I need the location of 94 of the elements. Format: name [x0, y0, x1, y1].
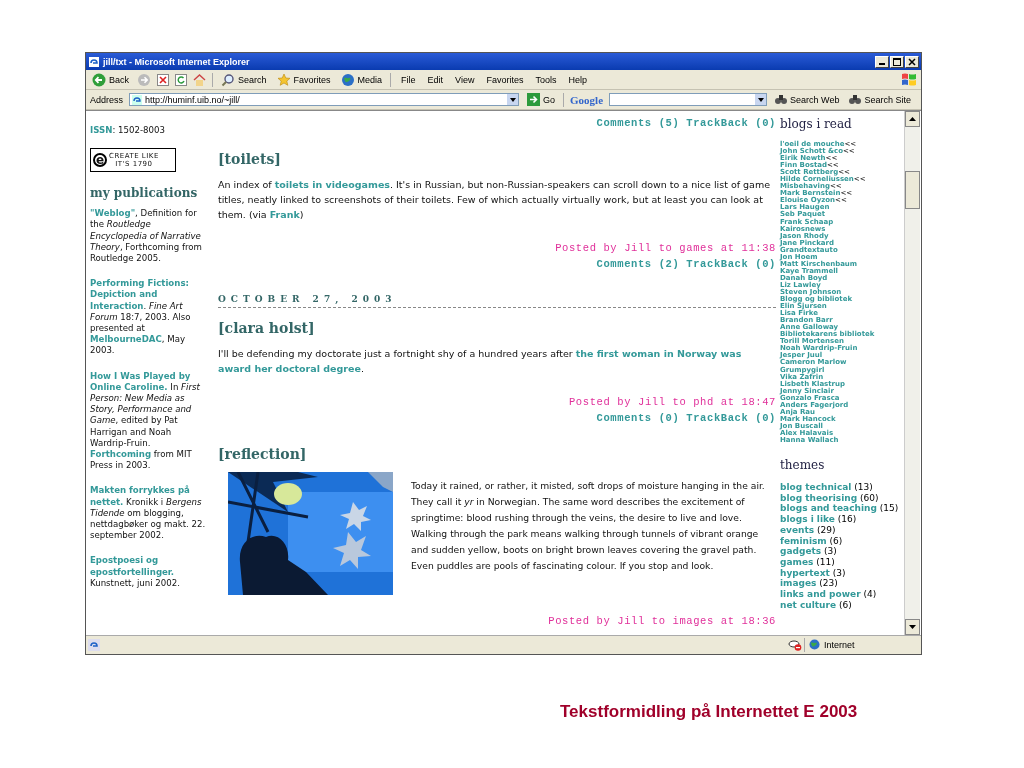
theme-count: (3) — [832, 567, 846, 578]
menu-item[interactable]: Help — [568, 74, 587, 85]
issn-text: ISSN: 1502-8003 — [90, 125, 166, 137]
ie-page-icon — [88, 55, 100, 68]
publication-entry: Performing Fictions: Depiction and Interaction. Fine Art Forum 18:7, 2003. Also presented at MelbourneDAC, May 2003. — [90, 278, 192, 357]
arrow-icon — [527, 93, 541, 106]
google-search-button[interactable]: Search Web — [773, 94, 842, 105]
theme-link[interactable]: games — [780, 556, 814, 567]
post-title: [reflection] — [218, 446, 308, 462]
theme-link[interactable]: images — [780, 578, 817, 589]
stop-icon[interactable] — [157, 73, 169, 86]
theme-link[interactable]: blogs i like — [780, 514, 835, 525]
theme-link[interactable]: gadgets — [780, 546, 822, 557]
theme-link[interactable]: blog theorising — [780, 492, 858, 503]
globe-icon — [809, 639, 820, 650]
scroll-down-icon[interactable] — [909, 625, 916, 629]
zone-text: Internet — [824, 639, 855, 650]
minimize-icon — [879, 63, 885, 65]
menu-item[interactable]: Favorites — [486, 74, 524, 85]
theme-link[interactable]: hypertext — [780, 567, 830, 578]
posted-by-link[interactable]: Posted by Jill to phd at 18:47 — [568, 394, 776, 410]
address-field[interactable]: http://huminf.uib.no/~jill/ — [129, 93, 520, 106]
scrollbar[interactable] — [904, 111, 920, 635]
theme-link[interactable]: events — [780, 524, 815, 535]
maximize-icon — [893, 57, 901, 66]
page-icon — [132, 94, 143, 105]
theme-link[interactable]: feminism — [780, 535, 827, 546]
toolbar-button[interactable]: Favorites — [274, 72, 333, 87]
publication-entry: "Weblog", Definition for the Routledge Encyclopedia of Narrative Theory, Forthcoming from Routledge 2005. — [90, 208, 203, 265]
privacy-icon — [788, 638, 802, 651]
post-date: OCTOBER 27, 2003 — [218, 294, 776, 308]
theme-count: (3) — [824, 546, 837, 557]
menu-item[interactable]: Tools — [535, 74, 557, 85]
google-search-button[interactable]: Search Site — [847, 94, 913, 105]
menu-item[interactable]: File — [401, 74, 416, 85]
theme-link[interactable]: blog technical — [780, 482, 852, 492]
page-icon — [88, 638, 100, 651]
close-button[interactable] — [905, 55, 919, 68]
globe-icon — [340, 72, 355, 87]
post-title: [clara holst] — [218, 320, 316, 336]
binoculars-icon — [775, 94, 788, 105]
publication-entry: Epostpoesi og epostfortellinger. Kunstnett, juni 2002. — [90, 555, 181, 590]
binoculars-icon — [849, 94, 862, 105]
theme-count: (13) — [854, 482, 873, 492]
minimize-button[interactable] — [875, 55, 889, 68]
theme-link[interactable]: links and power — [780, 589, 861, 600]
theme-link[interactable]: blogs and teaching — [780, 503, 877, 514]
theme-count: (15) — [879, 503, 899, 514]
windows-logo — [901, 72, 917, 87]
theme-count: (4) — [863, 589, 877, 600]
theme-count: (29) — [817, 524, 836, 535]
posted-by-link[interactable]: Posted by Jill to images at 18:36 — [548, 613, 776, 629]
scroll-up-icon[interactable] — [909, 117, 916, 121]
toolbar-button[interactable]: Search — [219, 72, 269, 87]
section-heading: my publications — [90, 186, 199, 201]
publication-entry: How I Was Played by Online Caroline. In First Person: New Media as Story, Performance and Game, edited by Pat Harrigan and Noah Wardrip-Fruin. Forthcoming from MIT Press in 2003. — [90, 370, 201, 472]
go-button[interactable]: Go — [525, 93, 558, 106]
window-title: jill/txt - Microsoft Internet Explorer — [103, 56, 251, 67]
post-body: I'll be defending my doctorate just a fortnight shy of a hundred years after the first woman in Norway was award her doctoral degree. — [218, 347, 743, 376]
theme-count: (6) — [838, 599, 852, 610]
scrollbar-thumb[interactable] — [905, 171, 920, 209]
post-title: [toilets] — [218, 151, 282, 167]
theme-count: (11) — [816, 556, 835, 567]
toolbar-button[interactable]: Back — [90, 72, 131, 87]
posted-by-link[interactable]: Posted by Jill to games at 11:38 — [555, 240, 776, 256]
back-icon — [92, 72, 106, 87]
menu-item[interactable]: View — [455, 74, 475, 85]
section-heading: blogs i read — [780, 117, 853, 131]
comments-link[interactable]: Comments (5) TrackBack (0) — [596, 115, 776, 131]
theme-count: (16) — [837, 514, 857, 525]
slide-caption: Tekstformidling på Internettet E 2003 — [560, 702, 859, 722]
star-icon — [276, 72, 291, 87]
publication-entry: Makten forrykkes på nettet. Kronikk i Bergens Tidende om blogging, nettdagbøker og makt. 22. september 2002. — [90, 485, 207, 542]
maximize-button[interactable] — [890, 55, 904, 68]
theme-link[interactable]: net culture — [780, 599, 837, 610]
dropdown-arrow-icon[interactable] — [509, 97, 516, 102]
toolbar-button[interactable]: Media — [338, 72, 385, 87]
refresh-icon[interactable] — [175, 73, 187, 86]
theme-count: (6) — [829, 535, 843, 546]
post-body: An index of toilets in videogames. It's in Russian, but non-Russian-speakers can scroll down to a nice list of game titles, neatly linked to screenshots of their toilets. Few of which actually virtually work, but at least you can look at them. (via Frank) — [218, 178, 772, 222]
section-heading: themes — [780, 458, 826, 472]
address-label: Address — [90, 94, 124, 105]
home-icon[interactable] — [193, 73, 206, 86]
theme-count: (23) — [819, 578, 838, 589]
dropdown-arrow-icon[interactable] — [757, 97, 764, 102]
google-search-field[interactable] — [609, 93, 768, 106]
comments-link[interactable]: Comments (0) TrackBack (0) — [596, 410, 776, 426]
menu-item[interactable]: Edit — [427, 74, 444, 85]
search-icon — [221, 72, 235, 87]
theme-count: (60) — [860, 492, 879, 503]
comments-link[interactable]: Comments (2) TrackBack (0) — [596, 256, 776, 272]
close-icon — [908, 57, 916, 66]
post-body: Today it rained, or rather, it misted, soft drops of moisture hanging in the air. They call it yr in Norwegian. The same word describes the excitement of springtime: blood rushing through the veins, the desire to live and love. Walking through the park means walking through tunnels of vibrant orange and sudden yellow, boots on bright brown leaves covering the gravel path. Even puddles are pools of fascinating colour. If you stop and look. — [411, 479, 766, 573]
google-logo[interactable]: Google — [570, 93, 604, 106]
